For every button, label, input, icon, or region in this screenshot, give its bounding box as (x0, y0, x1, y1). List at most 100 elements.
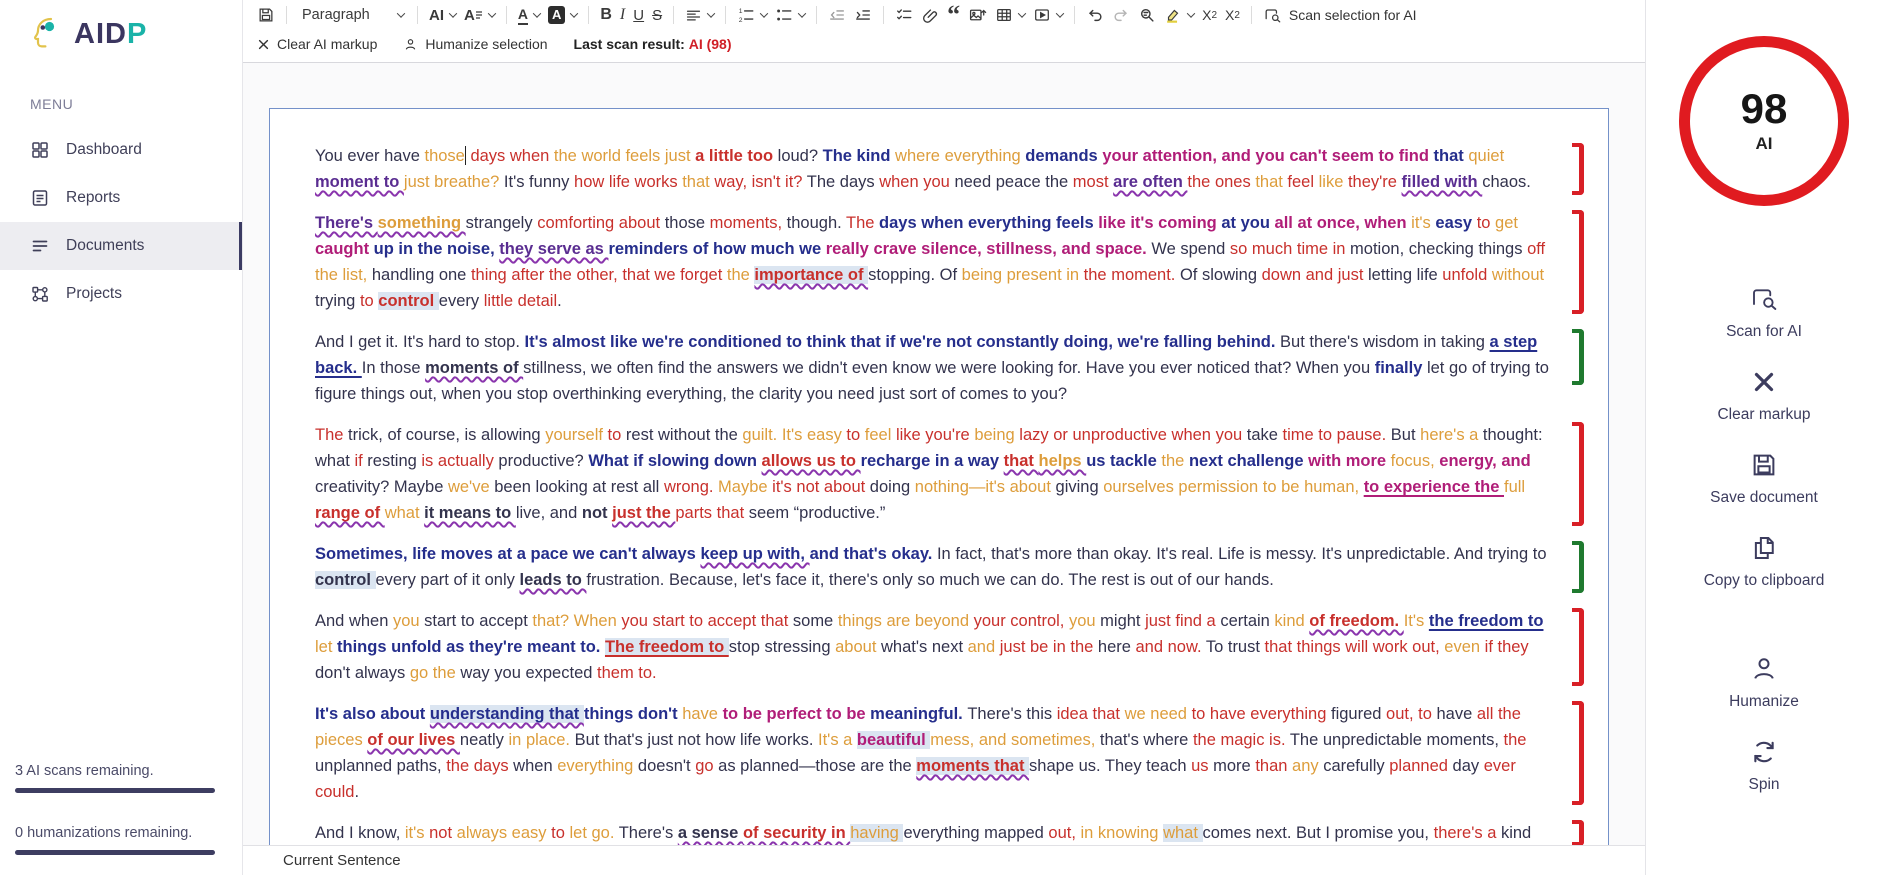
ai-score-panel: 98 AI Scan for AI Clear markup Save docume… (1645, 0, 1882, 875)
spin-icon (1749, 737, 1779, 767)
blockquote-button[interactable]: “ (943, 8, 964, 22)
chevron-down-icon (397, 9, 405, 17)
ai-paragraph-bracket-red (1572, 608, 1584, 686)
document-paragraph[interactable]: You ever have those days when the world … (315, 143, 1584, 195)
chevron-down-icon (707, 9, 715, 17)
action-label: Copy to clipboard (1704, 572, 1825, 590)
main-area: Paragraph AI A A A B I U S 12 “ (242, 0, 1645, 875)
ai-paragraph-bracket-red (1572, 210, 1584, 314)
editor-canvas: You ever have those days when the world … (243, 63, 1645, 875)
ai-paragraph-bracket-red (1572, 820, 1584, 846)
copy-to-clipboard-button[interactable]: Copy to clipboard (1704, 533, 1825, 590)
italic-button[interactable]: I (616, 5, 629, 25)
ai-score-value: 98 (1741, 88, 1788, 130)
chevron-down-icon (533, 9, 541, 17)
clear-ai-markup-button[interactable]: Clear AI markup (257, 36, 377, 52)
find-replace-icon[interactable] (1134, 4, 1160, 26)
sidebar-item-label: Documents (66, 237, 144, 255)
insert-media-button[interactable] (1029, 4, 1067, 26)
quota-label: 3 AI scans remaining. (15, 763, 242, 779)
scan-for-ai-button[interactable]: Scan for AI (1726, 284, 1802, 341)
document-paragraph[interactable]: It's also about understanding that thing… (315, 701, 1584, 805)
save-icon (1749, 450, 1779, 480)
document-paragraph[interactable]: And I know, it's not always easy to let … (315, 820, 1584, 846)
document-paragraph[interactable]: The trick, of course, is allowing yourse… (315, 422, 1584, 526)
link-icon[interactable] (917, 4, 943, 26)
action-label: Clear markup (1717, 406, 1810, 424)
toolbar-row-ai: Clear AI markup Humanize selection Last … (243, 28, 1645, 62)
paragraph-style-select[interactable]: Paragraph (294, 4, 410, 26)
strikethrough-button[interactable]: S (648, 6, 666, 25)
quota-progress-bar (15, 850, 215, 855)
sidebar-item-projects[interactable]: Projects (0, 270, 242, 318)
left-sidebar: AIDP MENU DashboardReportsDocumentsProje… (0, 0, 242, 875)
numbered-list-button[interactable]: 12 (733, 4, 771, 26)
action-label: Scan for AI (1726, 323, 1802, 341)
brand-name: AIDP (74, 18, 147, 51)
ai-text-tools-button[interactable]: AI (425, 6, 460, 25)
outdent-button[interactable] (824, 4, 850, 26)
chevron-down-icon (1056, 9, 1064, 17)
indent-button[interactable] (850, 4, 876, 26)
action-label: Spin (1748, 776, 1779, 794)
ai-paragraph-bracket-red (1572, 422, 1584, 526)
document-paragraph[interactable]: And when you start to accept that? When … (315, 608, 1584, 686)
ai-paragraph-bracket-green (1572, 329, 1584, 385)
font-size-button[interactable]: A (460, 6, 499, 25)
action-label: Humanize (1729, 693, 1799, 711)
x-icon (1749, 367, 1779, 397)
quota-remaining: 3 AI scans remaining. (15, 763, 242, 793)
redo-icon[interactable] (1108, 4, 1134, 26)
highlight-marker-icon[interactable] (1160, 4, 1198, 26)
clear-markup-button[interactable]: Clear markup (1717, 367, 1810, 424)
last-scan-value: AI (98) (689, 36, 732, 52)
insert-image-button[interactable] (964, 4, 991, 26)
underline-button[interactable]: U (629, 6, 648, 25)
background-color-button[interactable]: A (544, 4, 581, 26)
todo-list-button[interactable] (891, 4, 917, 26)
person-icon (403, 37, 418, 52)
chevron-down-icon (449, 9, 457, 17)
save-document-button[interactable]: Save document (1710, 450, 1818, 507)
action-label: Save document (1710, 489, 1818, 507)
sidebar-quotas: 3 AI scans remaining.0 humanizations rem… (0, 763, 242, 875)
save-icon[interactable] (253, 4, 279, 26)
toolbar-row-formatting: Paragraph AI A A A B I U S 12 “ (243, 0, 1645, 28)
scan-icon (1749, 284, 1779, 314)
humanize-button[interactable]: Humanize (1729, 654, 1799, 711)
sidebar-item-label: Projects (66, 285, 122, 303)
font-color-button[interactable]: A (514, 4, 544, 27)
ai-score-gauge: 98 AI (1679, 36, 1849, 206)
document-paragraph[interactable]: There's something strangely comforting a… (315, 210, 1584, 314)
chevron-down-icon (488, 9, 496, 17)
chevron-down-icon (760, 9, 768, 17)
ai-score-label: AI (1756, 134, 1773, 154)
last-scan-result: Last scan result: AI (98) (574, 36, 732, 52)
right-actions: Scan for AI Clear markup Save document Copy… (1704, 284, 1825, 794)
svg-text:2: 2 (739, 17, 743, 24)
quota-progress-bar (15, 788, 215, 793)
projects-icon (30, 284, 50, 304)
insert-table-button[interactable] (991, 4, 1029, 26)
reports-icon (30, 188, 50, 208)
sidebar-item-documents[interactable]: Documents (0, 222, 242, 270)
dashboard-icon (30, 140, 50, 160)
sidebar-item-dashboard[interactable]: Dashboard (0, 126, 242, 174)
undo-icon[interactable] (1082, 4, 1108, 26)
svg-text:1: 1 (739, 8, 743, 15)
document-paragraph[interactable]: And I get it. It's hard to stop. It's al… (315, 329, 1584, 407)
sidebar-item-reports[interactable]: Reports (0, 174, 242, 222)
document-paragraph[interactable]: Sometimes, life moves at a pace we can't… (315, 541, 1584, 593)
document-page[interactable]: You ever have those days when the world … (269, 108, 1609, 875)
subscript-button[interactable]: X2 (1198, 5, 1221, 25)
humanize-selection-button[interactable]: Humanize selection (403, 36, 547, 52)
person-icon (1749, 654, 1779, 684)
scan-selection-button[interactable]: Scan selection for AI (1263, 6, 1417, 25)
text-align-button[interactable] (681, 5, 718, 26)
documents-icon (30, 236, 50, 256)
superscript-button[interactable]: X2 (1221, 5, 1244, 25)
spin-button[interactable]: Spin (1748, 737, 1779, 794)
bold-button[interactable]: B (596, 5, 616, 25)
sidebar-item-label: Reports (66, 189, 120, 207)
bullet-list-button[interactable] (771, 4, 809, 26)
